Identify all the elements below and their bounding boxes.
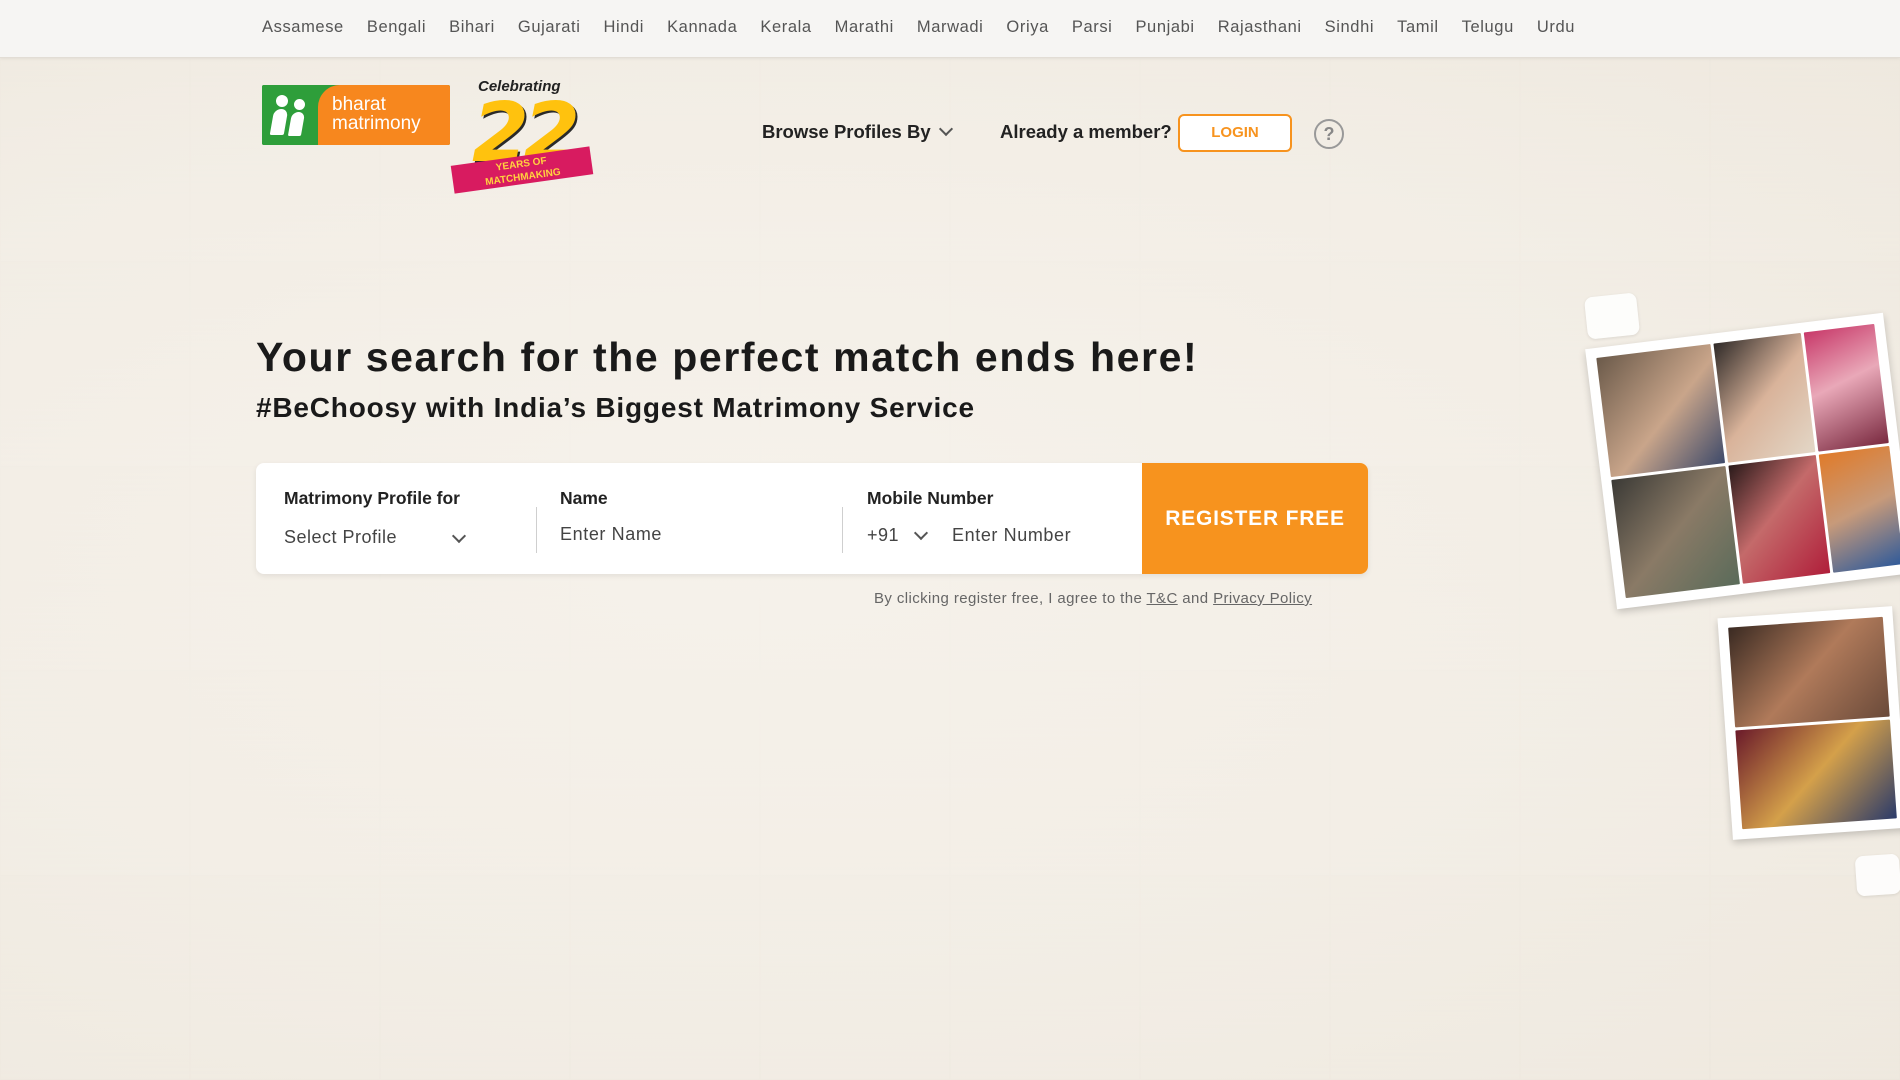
- registration-form: Matrimony Profile for Select Profile Nam…: [256, 463, 1368, 574]
- language-link-kannada[interactable]: Kannada: [667, 18, 737, 37]
- language-link-marathi[interactable]: Marathi: [835, 18, 894, 37]
- mobile-label: Mobile Number: [867, 488, 994, 508]
- name-label: Name: [560, 488, 608, 508]
- tc-link[interactable]: T&C: [1146, 590, 1177, 607]
- profile-for-label: Matrimony Profile for: [284, 488, 460, 508]
- browse-profiles-dropdown[interactable]: Browse Profiles By: [762, 121, 953, 143]
- hero-subtitle: #BeChoosy with India’s Biggest Matrimony…: [256, 392, 975, 423]
- language-bar: Assamese Bengali Bihari Gujarati Hindi K…: [0, 0, 1900, 58]
- couple-photo: [1728, 616, 1890, 727]
- member-prompt: Already a member?: [1000, 121, 1172, 142]
- language-link-sindhi[interactable]: Sindhi: [1325, 18, 1374, 37]
- couple-photo-collage: [1585, 312, 1900, 610]
- mobile-number-input[interactable]: [952, 520, 1122, 550]
- language-link-assamese[interactable]: Assamese: [262, 18, 344, 37]
- field-divider: [842, 507, 843, 553]
- chevron-down-icon: [913, 525, 929, 541]
- language-link-kerala[interactable]: Kerala: [760, 18, 811, 37]
- couple-photo-collage-2: [1717, 606, 1900, 840]
- language-link-telugu[interactable]: Telugu: [1462, 18, 1514, 37]
- profile-select-value[interactable]: Select Profile: [284, 527, 397, 548]
- logo-line-1: bharat: [332, 94, 386, 115]
- language-link-rajasthani[interactable]: Rajasthani: [1218, 18, 1302, 37]
- language-link-bihari[interactable]: Bihari: [449, 18, 495, 37]
- couple-photo: [1611, 465, 1740, 599]
- logo-text: bharat matrimony: [318, 85, 450, 145]
- couple-photo: [1728, 454, 1831, 584]
- hero-title: Your search for the perfect match ends h…: [256, 334, 1199, 380]
- language-link-oriya[interactable]: Oriya: [1006, 18, 1048, 37]
- mobile-field: Mobile Number +91: [867, 463, 1137, 574]
- chevron-down-icon: [451, 528, 467, 544]
- couple-photo: [1818, 445, 1900, 573]
- language-list: Assamese Bengali Bihari Gujarati Hindi K…: [262, 18, 1598, 37]
- name-field: Name: [560, 463, 840, 574]
- profile-for-field[interactable]: Matrimony Profile for Select Profile: [284, 463, 524, 574]
- language-link-hindi[interactable]: Hindi: [603, 18, 644, 37]
- name-input[interactable]: [560, 519, 820, 549]
- terms-text: By clicking register free, I agree to th…: [874, 590, 1143, 607]
- language-link-gujarati[interactable]: Gujarati: [518, 18, 581, 37]
- language-link-tamil[interactable]: Tamil: [1397, 18, 1439, 37]
- privacy-policy-link[interactable]: Privacy Policy: [1213, 590, 1312, 607]
- chevron-down-icon: [938, 121, 953, 137]
- couple-photo: [1596, 343, 1725, 477]
- terms-and: and: [1182, 590, 1209, 607]
- couple-photo: [1713, 332, 1816, 463]
- language-link-bengali[interactable]: Bengali: [367, 18, 426, 37]
- bharat-matrimony-logo[interactable]: bharat matrimony: [262, 85, 450, 145]
- help-icon[interactable]: ?: [1314, 119, 1344, 149]
- couple-photo: [1735, 719, 1897, 830]
- field-divider: [536, 507, 537, 553]
- logo-line-2: matrimony: [332, 113, 421, 134]
- language-link-punjabi[interactable]: Punjabi: [1135, 18, 1194, 37]
- tape-decoration: [1854, 853, 1900, 897]
- browse-profiles-label: Browse Profiles By: [762, 121, 931, 142]
- login-button[interactable]: LOGIN: [1178, 114, 1292, 152]
- language-link-marwadi[interactable]: Marwadi: [917, 18, 984, 37]
- country-code-select[interactable]: +91: [867, 525, 899, 546]
- anniversary-badge: Celebrating 22 YEARS OF MATCHMAKING: [450, 78, 594, 198]
- language-link-parsi[interactable]: Parsi: [1072, 18, 1113, 37]
- language-link-urdu[interactable]: Urdu: [1537, 18, 1575, 37]
- couple-photo: [1804, 323, 1889, 452]
- terms-notice: By clicking register free, I agree to th…: [874, 590, 1312, 607]
- couple-logo-icon: [262, 85, 318, 145]
- register-free-button[interactable]: REGISTER FREE: [1142, 463, 1368, 574]
- tape-decoration: [1583, 292, 1641, 340]
